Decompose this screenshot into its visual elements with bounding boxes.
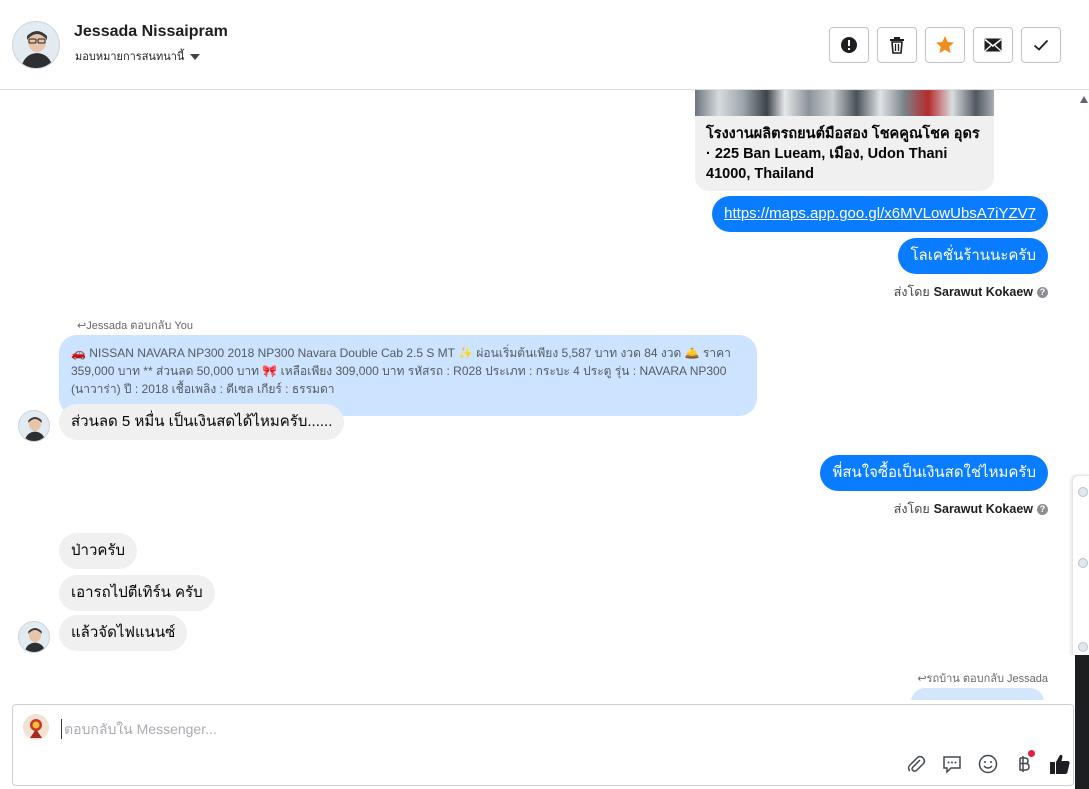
sent-by-name: Sarawut Kokaew — [933, 502, 1033, 516]
incoming-message[interactable]: ส่วนลด 5 หมื่น เป็นเงินสดได้ไหมครับ.....… — [59, 404, 345, 440]
reply-composer — [12, 704, 1074, 786]
emoji-button[interactable] — [976, 752, 999, 775]
outgoing-message-link[interactable]: https://maps.app.goo.gl/x6MVLowUbsA7iYZV… — [712, 196, 1048, 232]
location-preview-image — [695, 90, 994, 116]
message-input[interactable] — [61, 719, 861, 739]
reply-arrow-icon: ↩ — [917, 673, 927, 685]
side-panel-edge — [1072, 475, 1089, 789]
sent-by-prefix: ส่งโดย — [893, 285, 930, 299]
reply-arrow-icon: ↩ — [77, 320, 87, 332]
header-actions — [829, 27, 1061, 63]
like-button[interactable] — [1048, 752, 1071, 775]
page-logo-icon — [23, 714, 49, 740]
mark-unread-button[interactable] — [973, 27, 1013, 63]
avatar[interactable] — [1078, 558, 1088, 568]
payment-button[interactable] — [1012, 750, 1035, 775]
dark-panel-edge — [1075, 655, 1089, 789]
contact-name: Jessada Nissaipram — [74, 23, 228, 40]
reply-label-text: Jessada ตอบกลับ You — [86, 320, 193, 332]
report-button[interactable] — [829, 27, 869, 63]
person-photo-icon — [19, 411, 49, 441]
mark-done-button[interactable] — [1021, 27, 1061, 63]
person-photo-icon — [19, 622, 49, 652]
trash-icon — [890, 37, 904, 54]
collapsed-panel[interactable] — [1072, 475, 1089, 655]
sent-by-name: Sarawut Kokaew — [933, 285, 1033, 299]
alert-icon — [841, 37, 857, 53]
reply-label-text: รถบ้าน ตอบกลับ Jessada — [926, 673, 1048, 685]
incoming-message[interactable]: เอารถไปตีเทิร์น ครับ — [59, 575, 215, 611]
location-preview-text: โรงงานผลิตรถยนต์มือสอง โชคคูณโชค อุดร · … — [706, 126, 980, 182]
smiley-icon — [978, 754, 997, 773]
attach-button[interactable] — [904, 752, 927, 775]
envelope-icon — [984, 38, 1002, 52]
delete-button[interactable] — [877, 27, 917, 63]
help-icon[interactable]: ? — [1037, 503, 1048, 515]
assign-conversation-dropdown[interactable]: มอบหมายการสนทนานี้ — [75, 47, 201, 65]
map-link[interactable]: https://maps.app.goo.gl/x6MVLowUbsA7iYZV… — [724, 205, 1036, 222]
checkmark-icon — [1033, 39, 1049, 51]
avatar[interactable] — [1078, 487, 1088, 497]
conversation-header: Jessada Nissaipram มอบหมายการสนทนานี้ — [0, 0, 1089, 90]
outgoing-message[interactable]: โลเคชั่นร้านนะครับ — [898, 238, 1048, 274]
incoming-message[interactable]: แล้วจัดไฟแนนซ์ — [59, 615, 188, 651]
sent-by-label: ส่งโดย Sarawut Kokaew ? — [894, 282, 1048, 302]
notification-dot — [1028, 750, 1035, 757]
page-avatar — [23, 714, 49, 740]
message-thread[interactable]: โรงงานผลิตรถยนต์มือสอง โชคคูณโชค อุดร · … — [0, 90, 1075, 700]
sent-by-prefix: ส่งโดย — [893, 502, 930, 516]
star-button[interactable] — [925, 27, 965, 63]
chat-bubble-icon — [942, 755, 961, 774]
saved-replies-button[interactable] — [940, 752, 963, 775]
assign-label: มอบหมายการสนทนานี้ — [75, 51, 185, 63]
incoming-message[interactable]: ป่าวครับ — [59, 533, 137, 569]
contact-avatar-small[interactable] — [18, 410, 50, 442]
reply-label: ↩รถบ้าน ตอบกลับ Jessada — [917, 669, 1048, 687]
composer-tools — [904, 750, 1071, 775]
person-photo-icon — [13, 22, 59, 68]
contact-avatar[interactable] — [12, 21, 60, 69]
thumbs-up-icon — [1049, 754, 1070, 774]
reply-label: ↩Jessada ตอบกลับ You — [77, 316, 193, 334]
star-icon — [936, 36, 954, 54]
help-icon[interactable]: ? — [1037, 286, 1048, 298]
outgoing-message[interactable]: พี่สนใจซื้อเป็นเงินสดใช่ไหมครับ — [820, 455, 1048, 491]
location-preview-card[interactable]: โรงงานผลิตรถยนต์มือสอง โชคคูณโชค อุดร · … — [695, 90, 994, 191]
quoted-message-partial[interactable] — [911, 688, 1044, 700]
scroll-up-arrow-icon[interactable] — [1080, 96, 1088, 103]
paperclip-icon — [907, 755, 925, 772]
sent-by-label: ส่งโดย Sarawut Kokaew ? — [894, 499, 1048, 519]
contact-avatar-small[interactable] — [18, 621, 50, 653]
avatar[interactable] — [1078, 642, 1088, 652]
caret-down-icon — [190, 54, 201, 60]
